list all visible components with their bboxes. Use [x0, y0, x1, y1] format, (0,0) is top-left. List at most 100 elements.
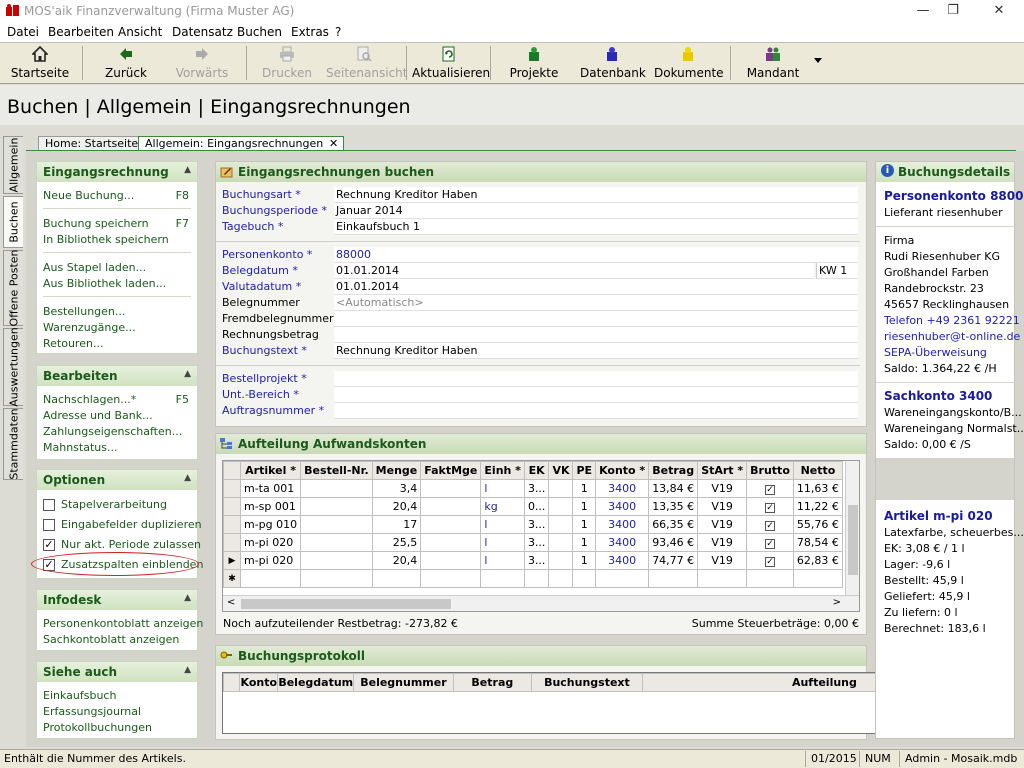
- refresh-button[interactable]: Aktualisieren: [412, 44, 490, 82]
- brutto-cell[interactable]: ✓: [746, 551, 794, 570]
- grid-cell-fakt[interactable]: [420, 533, 482, 552]
- menu-datei[interactable]: Datei: [7, 25, 39, 39]
- sidebar-section-header[interactable]: Infodesk ▲: [37, 590, 197, 610]
- collapse-icon[interactable]: ▲: [184, 473, 191, 483]
- log-header-cell[interactable]: Belegnummer: [353, 673, 454, 692]
- grid-cell-fakt[interactable]: [420, 479, 482, 498]
- personenkonto-field[interactable]: 88000: [334, 247, 858, 263]
- grid-cell-bestell[interactable]: [300, 551, 373, 570]
- grid-cell-fakt[interactable]: [420, 515, 482, 534]
- grid-cell-artikel[interactable]: m-pi 020: [239, 551, 302, 570]
- auftragsnummer-field[interactable]: [334, 403, 858, 419]
- sidebar-item-retouren[interactable]: Retouren...: [43, 337, 103, 350]
- grid-cell-einh[interactable]: l: [480, 479, 525, 498]
- table-row[interactable]: m-pg 010 17 l 3... 1 3400 66,35 € V19 ✓ 55,76 €: [223, 515, 844, 534]
- grid-cell-artikel[interactable]: [239, 569, 302, 588]
- back-button[interactable]: Zurück: [96, 44, 156, 82]
- buchungstext-field[interactable]: Rechnung Kreditor Haben: [334, 343, 858, 359]
- grid-cell-konto[interactable]: [595, 569, 650, 588]
- grid-cell-betrag[interactable]: 13,35 €: [648, 497, 699, 516]
- grid-cell-betrag[interactable]: 93,46 €: [648, 533, 699, 552]
- belegnummer-field[interactable]: <Automatisch>: [334, 295, 858, 311]
- vtab-offene-posten[interactable]: Offene Posten: [3, 250, 23, 327]
- menu-datensatz[interactable]: Datensatz: [172, 25, 233, 39]
- grid-cell-vk[interactable]: [548, 497, 574, 516]
- grid-cell-netto[interactable]: [792, 569, 844, 588]
- collapse-icon[interactable]: ▲: [184, 369, 191, 379]
- grid-cell-einh[interactable]: kg: [480, 497, 525, 516]
- brutto-checkbox[interactable]: ✓: [765, 521, 776, 531]
- documents-button[interactable]: Dokumente: [654, 44, 724, 82]
- menu-help[interactable]: ?: [335, 25, 341, 39]
- grid-cell-vk[interactable]: [548, 515, 574, 534]
- grid-cell-betrag[interactable]: 74,77 €: [648, 551, 699, 570]
- sidebar-item-zahlung[interactable]: Zahlungseigenschaften...: [43, 425, 182, 438]
- grid-cell-konto[interactable]: 3400: [595, 515, 650, 534]
- sidebar-item-sachkontoblatt[interactable]: Sachkontoblatt anzeigen: [43, 633, 179, 646]
- tab-startseite[interactable]: Home: Startseite: [38, 136, 146, 151]
- table-row[interactable]: m-pi 020 25,5 l 3... 1 3400 93,46 € V19 ✓ 78,54 €: [223, 533, 844, 552]
- collapse-icon[interactable]: ▲: [184, 165, 191, 175]
- brutto-checkbox[interactable]: ✓: [765, 503, 776, 513]
- grid-cell-ek[interactable]: 3...: [523, 479, 550, 498]
- grid-cell-ek[interactable]: 3...: [523, 515, 550, 534]
- vtab-auswertungen[interactable]: Auswertungen: [3, 327, 23, 407]
- sidebar-item-mahnstatus[interactable]: Mahnstatus...: [43, 441, 117, 454]
- grid-header-cell[interactable]: Einh *: [480, 461, 525, 480]
- projects-button[interactable]: Projekte: [506, 44, 562, 82]
- tab-eingangsrechnungen[interactable]: Allgemein: Eingangsrechnungen ✕: [138, 136, 345, 151]
- vtab-stammdaten[interactable]: Stammdaten: [3, 408, 23, 480]
- grid-cell-fakt[interactable]: [420, 497, 482, 516]
- grid-cell-start[interactable]: V19: [697, 479, 748, 498]
- grid-cell-menge[interactable]: 20,4: [371, 551, 422, 570]
- buchungsart-field[interactable]: Rechnung Kreditor Haben: [334, 187, 858, 203]
- sidebar-item-adresse[interactable]: Adresse und Bank...: [43, 409, 153, 422]
- brutto-cell[interactable]: [746, 569, 794, 588]
- database-button[interactable]: Datenbank: [580, 44, 646, 82]
- grid-header-cell[interactable]: EK: [523, 461, 550, 480]
- grid-cell-artikel[interactable]: m-pg 010: [239, 515, 302, 534]
- checkbox-duplizieren[interactable]: [43, 519, 55, 531]
- grid-header-cell[interactable]: StArt *: [697, 461, 748, 480]
- row-marker[interactable]: [223, 497, 241, 516]
- grid-cell-ek[interactable]: [523, 569, 550, 588]
- horizontal-scrollbar[interactable]: < >: [223, 595, 859, 611]
- grid-header-cell[interactable]: FaktMge: [420, 461, 482, 480]
- grid-header-cell[interactable]: Menge: [371, 461, 422, 480]
- grid-cell-menge[interactable]: 25,5: [371, 533, 422, 552]
- vtab-buchen[interactable]: Buchen: [3, 196, 23, 248]
- grid-cell-start[interactable]: [697, 569, 748, 588]
- table-row[interactable]: m-ta 001 3,4 l 3... 1 3400 13,84 € V19 ✓ 11,63 €: [223, 479, 844, 498]
- brutto-cell[interactable]: ✓: [746, 533, 794, 552]
- tagebuch-field[interactable]: Einkaufsbuch 1: [334, 219, 858, 235]
- sidebar-section-header[interactable]: Eingangsrechnung ▲: [37, 162, 197, 182]
- sidebar-item-neue-buchung[interactable]: Neue Buchung...: [43, 189, 134, 202]
- belegdatum-field[interactable]: 01.01.2014: [334, 263, 814, 279]
- grid-cell-konto[interactable]: 3400: [595, 533, 650, 552]
- grid-header-cell[interactable]: Konto *: [595, 461, 650, 480]
- artikel-title[interactable]: Artikel m-pi 020: [884, 509, 993, 523]
- scroll-right-icon[interactable]: >: [833, 597, 841, 608]
- brutto-cell[interactable]: ✓: [746, 497, 794, 516]
- sidebar-item-bibliothek-laden[interactable]: Aus Bibliothek laden...: [43, 277, 166, 290]
- checkbox-periode[interactable]: ✓: [43, 539, 55, 551]
- grid-cell-bestell[interactable]: [300, 479, 373, 498]
- grid-cell-menge[interactable]: 17: [371, 515, 422, 534]
- collapse-icon[interactable]: ▲: [184, 593, 191, 603]
- log-header-cell[interactable]: Buchungstext: [531, 673, 643, 692]
- grid-cell-menge[interactable]: 3,4: [371, 479, 422, 498]
- bestellprojekt-field[interactable]: [334, 371, 858, 387]
- log-header-cell[interactable]: Belegdatum: [277, 673, 355, 692]
- grid-cell-ek[interactable]: 3...: [523, 551, 550, 570]
- print-preview-button[interactable]: Seitenansicht: [326, 44, 407, 82]
- grid-cell-konto[interactable]: 3400: [595, 479, 650, 498]
- fremdbelegnummer-field[interactable]: [334, 311, 858, 327]
- grid-cell-artikel[interactable]: m-ta 001: [239, 479, 302, 498]
- grid-header-cell[interactable]: VK: [548, 461, 574, 480]
- valutadatum-field[interactable]: 01.01.2014: [334, 279, 858, 295]
- print-button[interactable]: Drucken: [258, 44, 316, 82]
- grid-cell-artikel[interactable]: m-pi 020: [239, 533, 302, 552]
- sidebar-item-buchung-speichern[interactable]: Buchung speichern: [43, 217, 149, 230]
- sidebar-item-stapel-laden[interactable]: Aus Stapel laden...: [43, 261, 146, 274]
- grid-cell-start[interactable]: V19: [697, 515, 748, 534]
